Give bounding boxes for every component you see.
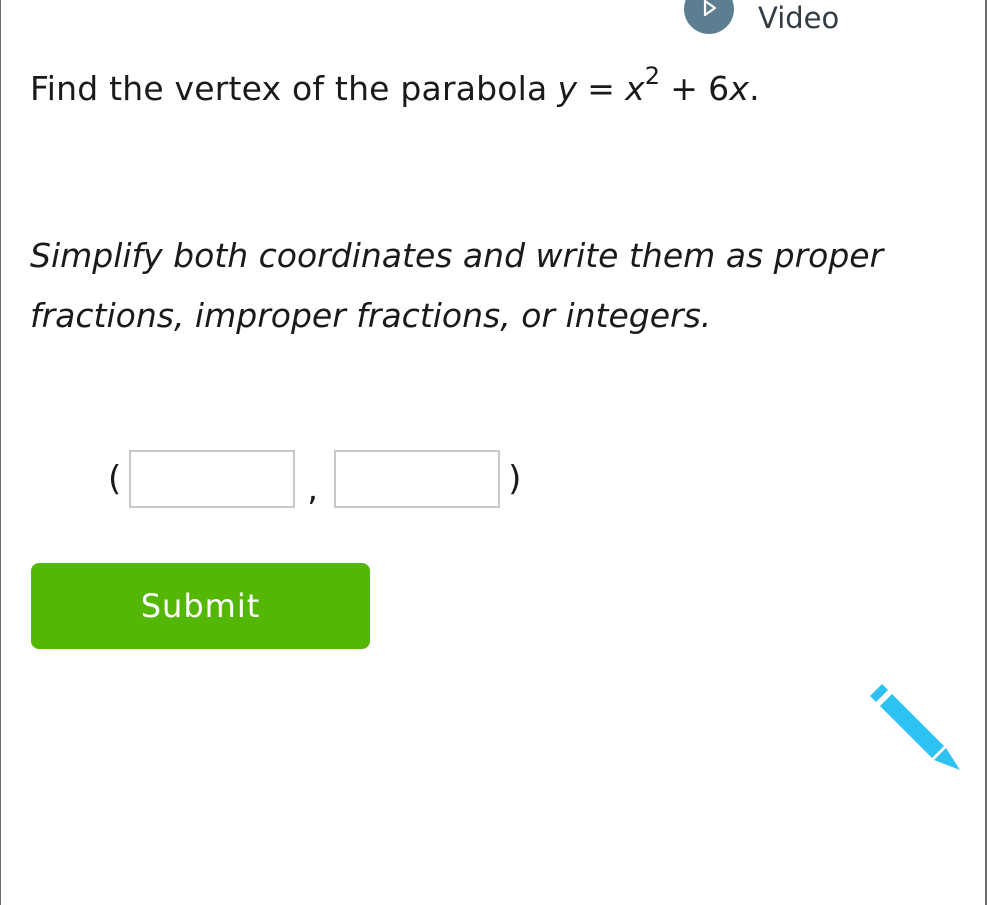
equation-exponent: 2: [644, 62, 661, 90]
play-circle-icon: [684, 0, 734, 34]
video-label: Video: [758, 1, 840, 35]
video-link[interactable]: Video: [682, 0, 839, 36]
vertex-answer-row: ( , ): [108, 447, 521, 511]
submit-button[interactable]: Submit: [31, 563, 370, 649]
pencil-icon[interactable]: [862, 676, 964, 774]
instruction-text: Simplify both coordinates and write them…: [30, 236, 884, 335]
equation-equals: =: [587, 69, 616, 108]
equation-x-base: x: [625, 69, 645, 108]
open-paren: (: [108, 459, 122, 499]
vertex-y-input[interactable]: [334, 450, 501, 508]
close-paren: ): [508, 459, 522, 499]
question-text: Find the vertex of the parabola y = x2 +6x.: [30, 64, 760, 112]
parabola-equation: y = x2 +6x.: [557, 64, 760, 108]
equation-coefficient: 6: [708, 69, 730, 108]
equation-lhs: y: [557, 69, 578, 108]
equation-x-variable: x: [729, 69, 750, 108]
question-prefix: Find the vertex of the parabola: [30, 69, 548, 108]
equation-period: .: [749, 69, 760, 108]
left-border: [0, 0, 1, 905]
coordinate-separator: ,: [307, 469, 319, 509]
vertex-x-input[interactable]: [129, 450, 296, 508]
equation-plus: +: [670, 69, 699, 108]
